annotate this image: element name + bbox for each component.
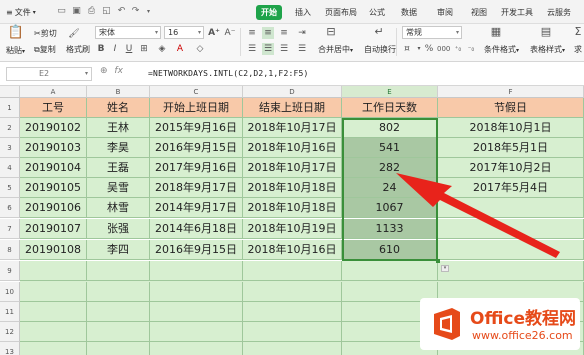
spreadsheet-window: ≡ 文件 ▾ ▭ ▣ ⎙ ◱ ↶ ↷ ▾ 开始 插入 页面布局 公式 数据 审阅… — [0, 0, 584, 355]
arrow-shape — [396, 173, 560, 258]
logo-title: Office教程网 — [470, 309, 577, 329]
watermark-logo: Office教程网 www.office26.com — [420, 298, 580, 350]
logo-url: www.office26.com — [472, 329, 573, 342]
office-logo-icon — [434, 308, 460, 340]
